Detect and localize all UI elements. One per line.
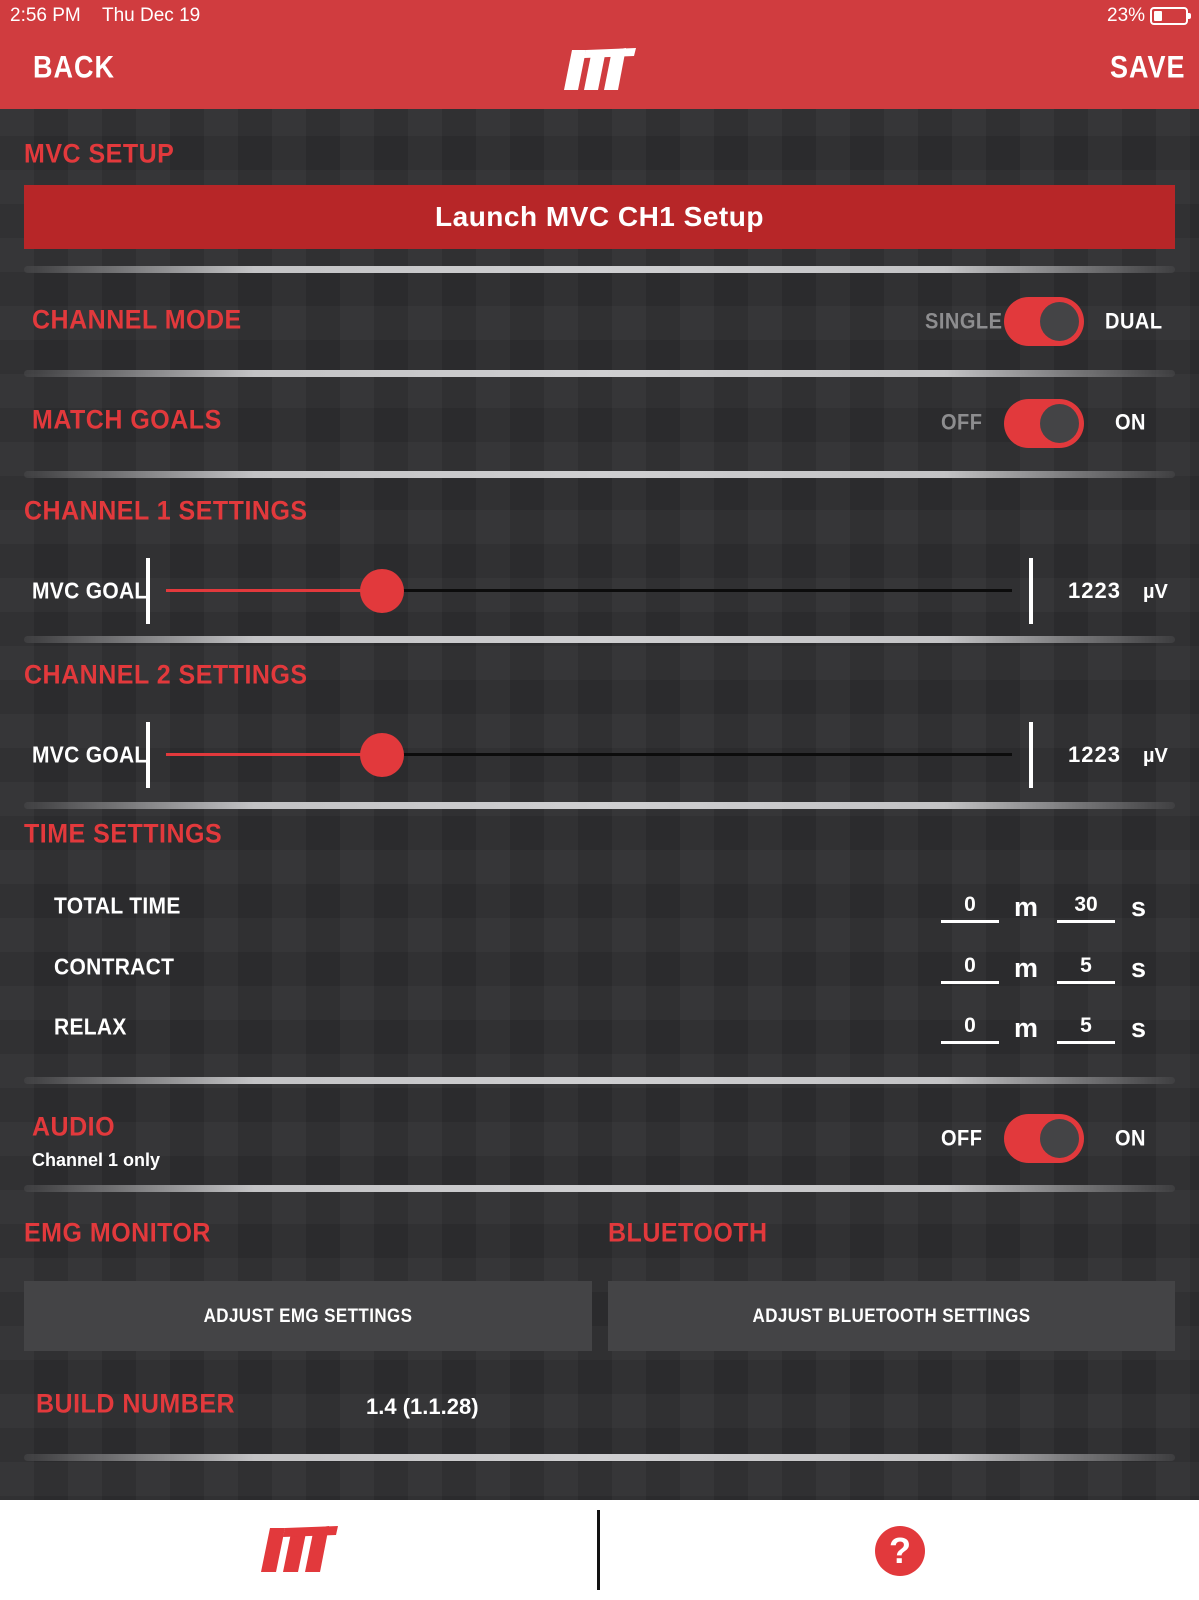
adjust-bluetooth-settings-label: ADJUST BLUETOOTH SETTINGS bbox=[752, 1304, 1031, 1327]
channel1-goal-unit: µV bbox=[1143, 581, 1168, 603]
slider-bound-right bbox=[1029, 722, 1033, 788]
channel2-title: CHANNEL 2 SETTINGS bbox=[24, 659, 308, 691]
slider-bound-right bbox=[1029, 558, 1033, 624]
tab-divider bbox=[597, 1510, 600, 1590]
contract-minutes-field[interactable]: 0 bbox=[941, 954, 999, 984]
audio-off-label: OFF bbox=[941, 1126, 983, 1152]
minutes-unit: m bbox=[1014, 1013, 1039, 1043]
time-settings-title: TIME SETTINGS bbox=[24, 818, 223, 850]
status-date: Thu Dec 19 bbox=[102, 5, 201, 26]
channel2-slider-thumb[interactable] bbox=[359, 733, 404, 777]
audio-on-label: ON bbox=[1115, 1126, 1146, 1152]
divider bbox=[24, 266, 1175, 273]
emg-monitor-title: EMG MONITOR bbox=[24, 1217, 211, 1249]
back-button[interactable]: BACK bbox=[33, 50, 115, 86]
slider-bound-left bbox=[146, 722, 150, 788]
divider bbox=[24, 1185, 1175, 1192]
bluetooth-title: BLUETOOTH bbox=[608, 1217, 768, 1249]
minutes-unit: m bbox=[1014, 892, 1039, 922]
minutes-unit: m bbox=[1014, 953, 1039, 983]
divider bbox=[24, 471, 1175, 478]
build-number-value: 1.4 (1.1.28) bbox=[366, 1394, 479, 1419]
adjust-emg-settings-button[interactable]: ADJUST EMG SETTINGS bbox=[24, 1281, 592, 1351]
toggle-knob bbox=[1040, 404, 1079, 443]
channel1-slider-track[interactable] bbox=[166, 589, 1012, 592]
brand-logo-icon bbox=[564, 48, 636, 90]
slider-bound-left bbox=[146, 558, 150, 624]
channel1-slider-thumb[interactable] bbox=[359, 569, 404, 613]
match-goals-off-label: OFF bbox=[941, 410, 983, 436]
contract-label: CONTRACT bbox=[54, 954, 175, 981]
seconds-unit: s bbox=[1131, 1013, 1147, 1043]
toggle-knob bbox=[1040, 1119, 1079, 1158]
home-tab-logo-icon[interactable] bbox=[258, 1524, 340, 1576]
seconds-unit: s bbox=[1131, 892, 1147, 922]
save-button[interactable]: SAVE bbox=[1110, 50, 1186, 86]
channel2-mvc-goal-label: MVC GOAL bbox=[32, 742, 148, 769]
help-icon[interactable]: ? bbox=[875, 1526, 925, 1576]
adjust-bluetooth-settings-button[interactable]: ADJUST BLUETOOTH SETTINGS bbox=[608, 1281, 1175, 1351]
toggle-knob bbox=[1040, 302, 1079, 341]
status-time: 2:56 PM bbox=[10, 5, 81, 26]
launch-mvc-button[interactable]: Launch MVC CH1 Setup bbox=[24, 185, 1175, 249]
match-goals-on-label: ON bbox=[1115, 410, 1146, 436]
match-goals-title: MATCH GOALS bbox=[32, 404, 222, 436]
channel-mode-dual-label: DUAL bbox=[1105, 309, 1163, 335]
total-time-label: TOTAL TIME bbox=[54, 893, 181, 920]
channel1-goal-value: 1223 bbox=[1068, 578, 1121, 603]
channel2-goal-value: 1223 bbox=[1068, 742, 1121, 767]
build-number-label: BUILD NUMBER bbox=[36, 1388, 236, 1420]
audio-subtitle: Channel 1 only bbox=[32, 1150, 161, 1170]
channel1-title: CHANNEL 1 SETTINGS bbox=[24, 495, 308, 527]
channel2-slider-fill bbox=[166, 753, 382, 756]
channel2-goal-unit: µV bbox=[1143, 745, 1168, 767]
relax-seconds-field[interactable]: 5 bbox=[1057, 1014, 1115, 1044]
relax-label: RELAX bbox=[54, 1014, 127, 1041]
battery-percent: 23% bbox=[1107, 5, 1146, 26]
divider bbox=[24, 636, 1175, 643]
audio-toggle[interactable] bbox=[1004, 1114, 1084, 1163]
divider bbox=[24, 1077, 1175, 1084]
divider bbox=[24, 1454, 1175, 1461]
channel-mode-toggle[interactable] bbox=[1004, 297, 1084, 346]
total-time-seconds-field[interactable]: 30 bbox=[1057, 893, 1115, 923]
channel2-slider-track[interactable] bbox=[166, 753, 1012, 756]
divider bbox=[24, 370, 1175, 377]
mvc-setup-title: MVC SETUP bbox=[24, 138, 175, 170]
channel1-slider-fill bbox=[166, 589, 382, 592]
seconds-unit: s bbox=[1131, 953, 1147, 983]
battery-icon bbox=[1150, 7, 1191, 25]
channel1-mvc-goal-label: MVC GOAL bbox=[32, 578, 148, 605]
divider bbox=[24, 802, 1175, 809]
relax-minutes-field[interactable]: 0 bbox=[941, 1014, 999, 1044]
audio-title: AUDIO bbox=[32, 1111, 116, 1143]
channel-mode-title: CHANNEL MODE bbox=[32, 304, 242, 336]
match-goals-toggle[interactable] bbox=[1004, 399, 1084, 448]
contract-seconds-field[interactable]: 5 bbox=[1057, 954, 1115, 984]
total-time-minutes-field[interactable]: 0 bbox=[941, 893, 999, 923]
channel-mode-single-label: SINGLE bbox=[925, 309, 1003, 335]
adjust-emg-settings-label: ADJUST EMG SETTINGS bbox=[203, 1304, 413, 1327]
